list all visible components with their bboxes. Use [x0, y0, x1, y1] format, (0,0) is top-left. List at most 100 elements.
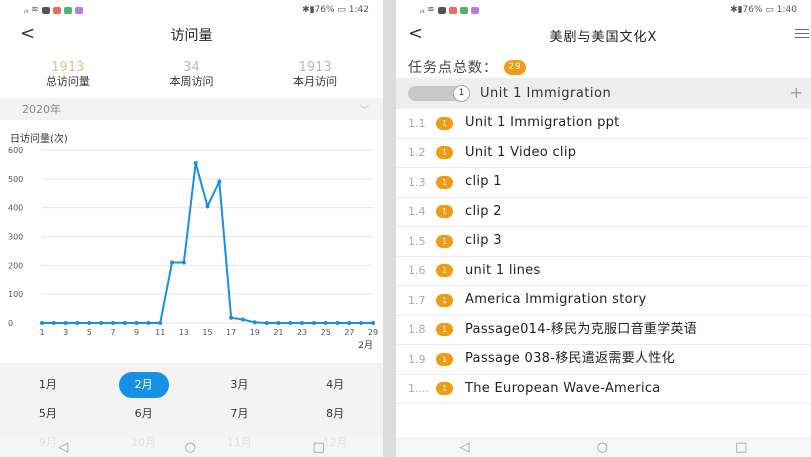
x-tick-label: 17 [226, 328, 236, 337]
task-item[interactable]: 1.8 1 Passage014-移民为克服口音重学英语 [396, 316, 811, 345]
app-icon [437, 6, 446, 14]
task-number: 1.5 [408, 234, 426, 248]
course-screen: ᵢₗₗ ≋ ✱▮76% ▭ 1:40 < 美剧与美国文化X 任务点总数： 29 … [396, 0, 811, 457]
task-item[interactable]: 1.7 1 America Immigration story [396, 286, 811, 316]
data-point [122, 321, 127, 325]
menu-icon[interactable] [795, 29, 809, 41]
task-list: 1.1 1 Unit 1 Immigration ppt 1.2 1 Unit 1 Vid… [396, 109, 811, 404]
data-point [252, 320, 257, 325]
task-item[interactable]: 1.2 1 Unit 1 Video clip [396, 139, 811, 168]
data-point [335, 321, 340, 325]
task-item[interactable]: 1.4 1 clip 2 [396, 198, 811, 227]
data-point [63, 321, 68, 325]
month-label: 2月 [118, 371, 169, 398]
data-point [205, 204, 210, 209]
data-point [158, 321, 163, 325]
month-1[interactable]: 1月 [0, 370, 96, 399]
stat-value: 1913 [298, 60, 332, 75]
data-point [75, 321, 80, 325]
task-item[interactable]: 1.5 1 clip 3 [396, 227, 811, 257]
x-tick-label: 21 [273, 328, 283, 337]
month-label: 3月 [230, 377, 249, 391]
month-4[interactable]: 4月 [287, 370, 383, 399]
task-total: 任务点总数： 29 [396, 50, 811, 78]
data-point [134, 321, 139, 325]
year-selector[interactable]: 2020年 ﹀ [0, 98, 383, 120]
status-time: ✱▮76% ▭ 1:40 [730, 5, 797, 15]
y-tick-label: 300 [8, 233, 23, 242]
recents-nav-icon[interactable]: □ [312, 440, 324, 455]
home-nav-icon[interactable]: ○ [185, 440, 196, 455]
y-tick-label: 600 [8, 146, 23, 155]
data-point [288, 321, 293, 325]
task-title: The European Wave-America [465, 380, 661, 396]
task-badge: 1 [436, 116, 453, 130]
unit-toggle[interactable]: 1 [408, 85, 470, 102]
task-item[interactable]: 1.3 1 clip 1 [396, 168, 811, 198]
y-tick-label: 0 [8, 319, 13, 328]
task-number: 1.... [408, 382, 429, 396]
unit-header[interactable]: 1 Unit 1 Immigration + [396, 78, 811, 109]
data-point [110, 321, 115, 325]
status-bar: ᵢₗₗ ≋ ✱▮76% ▭ 1:42 [0, 0, 383, 20]
x-tick-label: 11 [155, 328, 165, 337]
app-icon [459, 6, 468, 14]
year-label: 2020年 [22, 103, 61, 116]
task-item[interactable]: 1.... 1 The European Wave-America [396, 375, 811, 404]
month-2[interactable]: 2月 [96, 370, 192, 399]
month-7[interactable]: 7月 [192, 399, 288, 428]
y-tick-label: 200 [8, 261, 23, 270]
navbar: < 美剧与美国文化X [396, 20, 811, 50]
task-item[interactable]: 1.1 1 Unit 1 Immigration ppt [396, 109, 811, 139]
task-number: 1.1 [408, 116, 426, 130]
system-nav-bar: ◁ ○ □ [396, 437, 811, 457]
home-nav-icon[interactable]: ○ [597, 440, 608, 455]
y-tick-label: 400 [8, 204, 23, 213]
back-icon[interactable]: < [20, 23, 35, 44]
task-title: clip 2 [465, 203, 502, 219]
x-tick-label: 1 [39, 328, 44, 337]
data-point [229, 315, 234, 320]
system-nav-bar: ◁ ○ □ [0, 437, 383, 457]
task-title: Passage 038-移民遣返需要人性化 [465, 351, 675, 367]
status-icons: ᵢₗₗ ≋ [420, 5, 479, 15]
task-badge: 1 [436, 264, 453, 278]
x-tick-label: 3 [63, 328, 68, 337]
task-item[interactable]: 1.9 1 Passage 038-移民遣返需要人性化 [396, 345, 811, 375]
app-icon [52, 6, 61, 14]
x-tick-label: 19 [250, 328, 260, 337]
task-total-label: 任务点总数： [408, 60, 498, 76]
task-title: unit 1 lines [465, 262, 541, 278]
task-badge: 1 [436, 382, 453, 396]
data-point [146, 321, 151, 325]
task-title: clip 1 [465, 174, 502, 190]
month-6[interactable]: 6月 [96, 399, 192, 428]
recents-nav-icon[interactable]: □ [735, 440, 747, 455]
month-label: 7月 [230, 406, 249, 420]
month-8[interactable]: 8月 [287, 399, 383, 428]
data-point [193, 160, 198, 165]
task-number: 1.2 [408, 146, 426, 160]
page-title: 访问量 [170, 28, 213, 44]
stat-label: 本周访问 [169, 75, 214, 88]
chevron-down-icon: ﹀ [359, 105, 369, 116]
x-tick-label: 23 [297, 328, 307, 337]
data-point [276, 321, 281, 325]
plus-icon[interactable]: + [790, 83, 803, 102]
back-nav-icon[interactable]: ◁ [58, 440, 68, 455]
back-nav-icon[interactable]: ◁ [460, 440, 470, 455]
task-item[interactable]: 1.6 1 unit 1 lines [396, 257, 811, 286]
x-tick-label: 9 [134, 328, 139, 337]
x-tick-label: 13 [179, 328, 189, 337]
back-icon[interactable]: < [408, 23, 423, 44]
month-5[interactable]: 5月 [0, 399, 96, 428]
month-label: 5月 [38, 406, 57, 420]
series-line [42, 162, 373, 324]
visit-stats: 1913 总访问量 34 本周访问 1913 本月访问 [0, 50, 383, 98]
data-point [300, 321, 305, 325]
app-icon [448, 6, 457, 14]
stat-month: 1913 本月访问 [260, 60, 370, 98]
task-title: Unit 1 Immigration ppt [465, 115, 620, 131]
task-number: 1.9 [408, 352, 426, 366]
month-3[interactable]: 3月 [192, 370, 288, 399]
